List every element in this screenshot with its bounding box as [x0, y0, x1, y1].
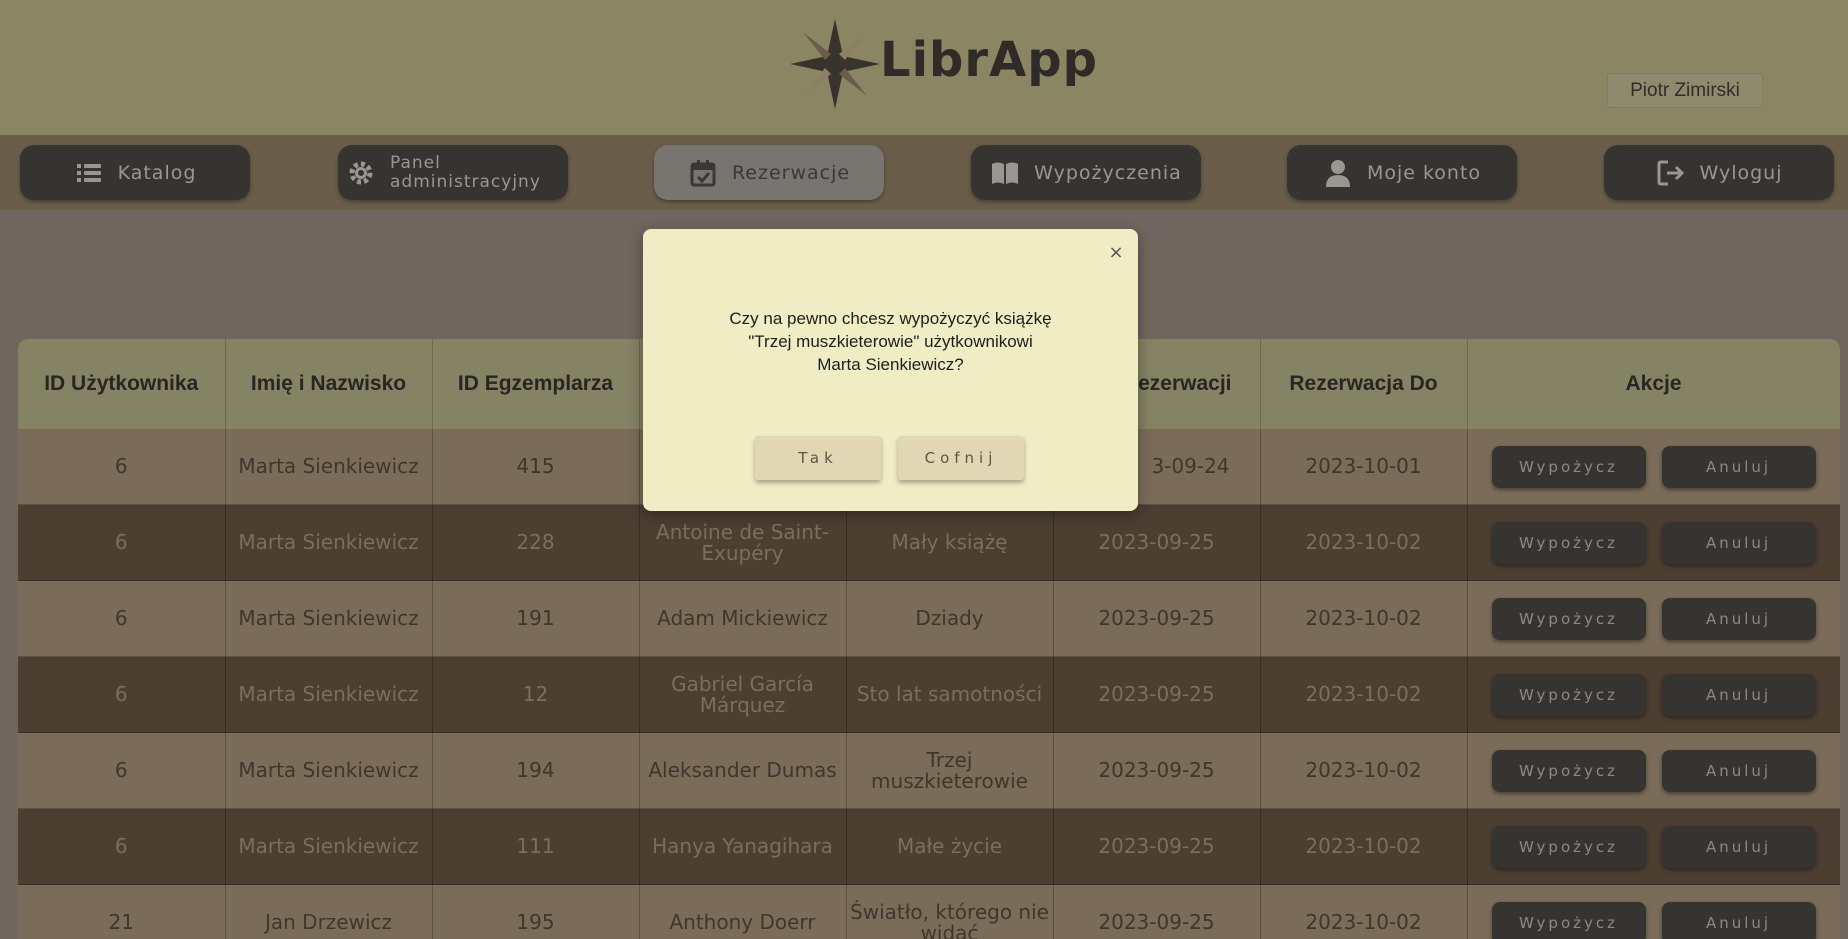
dialog-message-line: Czy na pewno chcesz wypożyczyć książkę [673, 307, 1108, 330]
confirm-button[interactable]: Tak [755, 436, 881, 480]
close-icon[interactable]: × [1106, 243, 1126, 263]
dialog-message-line: Marta Sienkiewicz? [673, 353, 1108, 376]
dialog-message-line: "Trzej muszkieterowie" użytkownikowi [673, 330, 1108, 353]
dialog-message: Czy na pewno chcesz wypożyczyć książkę "… [673, 307, 1108, 376]
back-button[interactable]: Cofnij [898, 436, 1024, 480]
confirm-borrow-dialog: × Czy na pewno chcesz wypożyczyć książkę… [643, 229, 1138, 511]
